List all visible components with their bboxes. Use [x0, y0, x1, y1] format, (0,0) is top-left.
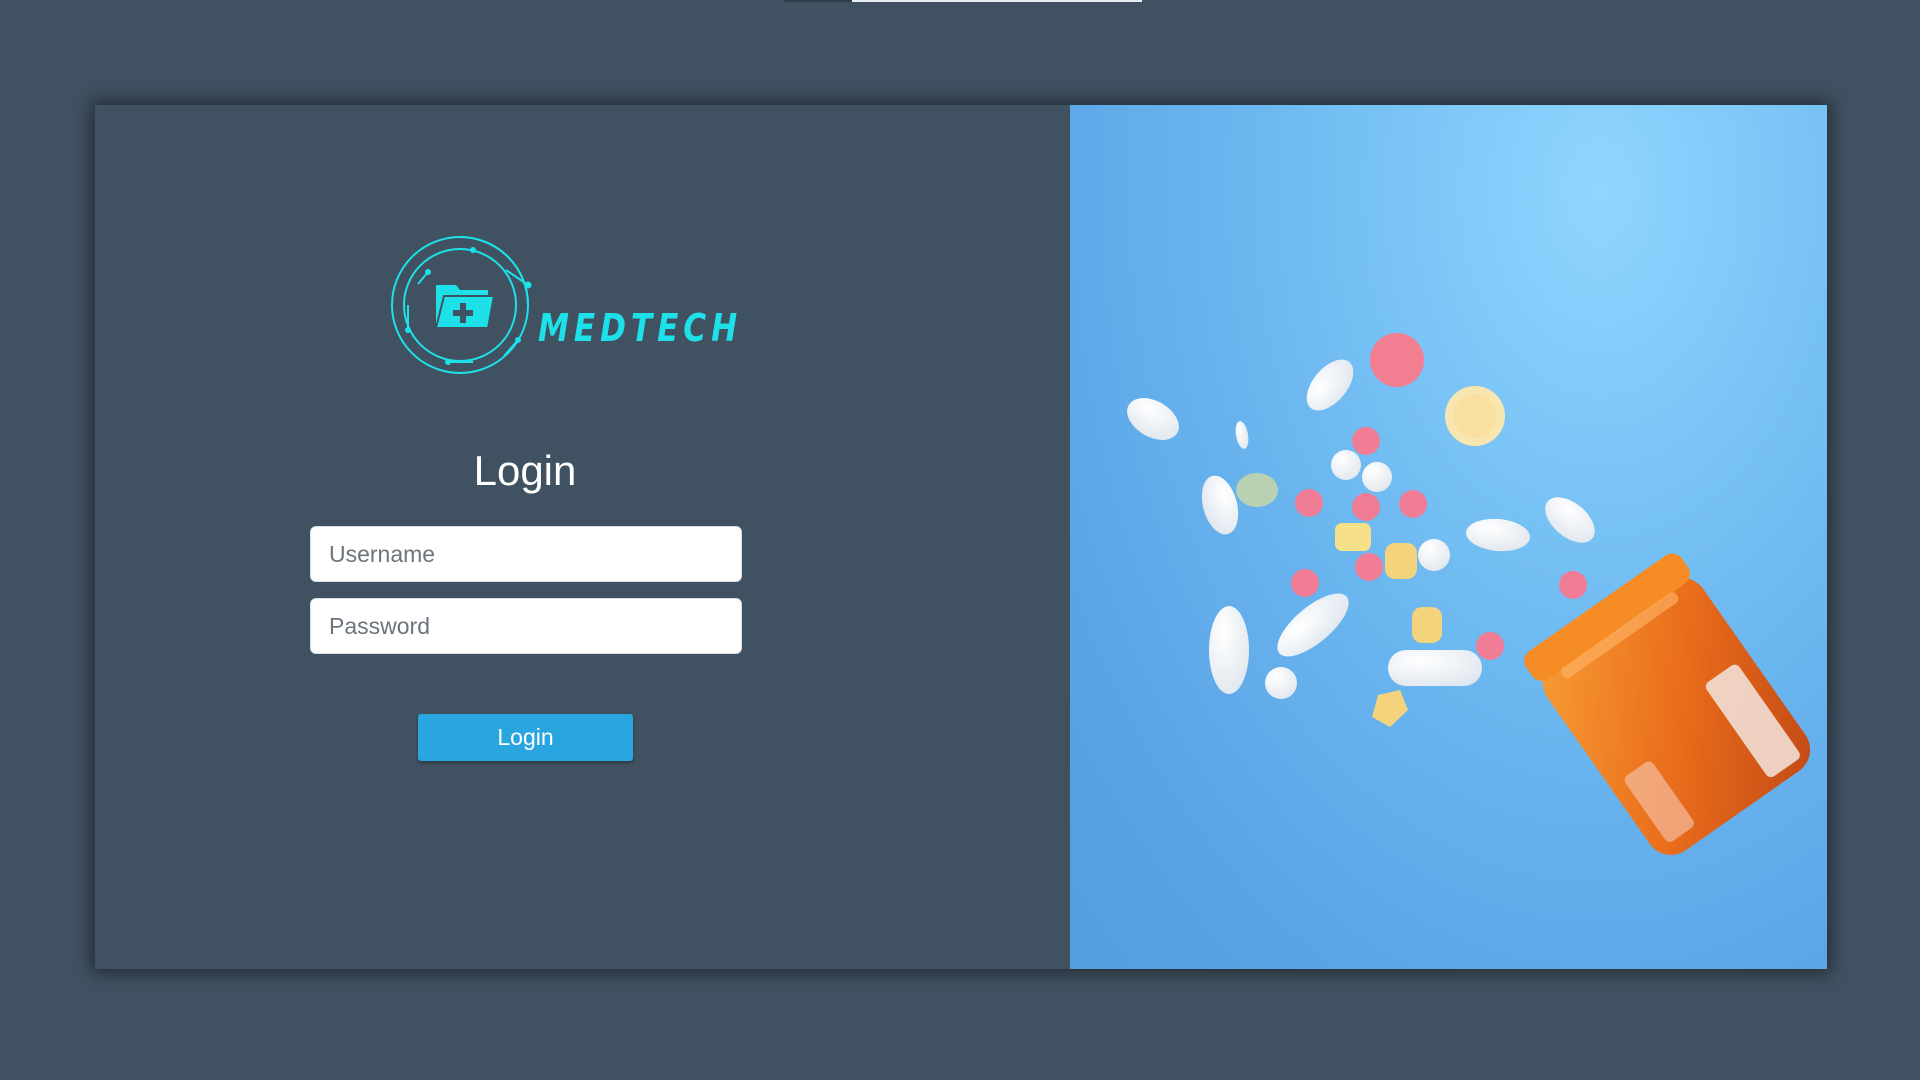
pills-spilling-from-orange-bottle-image	[1070, 105, 1827, 969]
login-title: Login	[473, 447, 577, 494]
hero-illustration	[1127, 333, 1811, 855]
top-strip-light	[852, 0, 1142, 2]
medical-folder-circuit-icon	[391, 236, 532, 374]
brand-logo: MEDTECH	[388, 230, 737, 380]
login-card: MEDTECH Login Login	[95, 105, 1827, 969]
login-panel: MEDTECH Login Login	[95, 105, 1070, 969]
top-strip-dark	[784, 0, 852, 2]
username-input[interactable]	[310, 526, 742, 582]
login-button[interactable]: Login	[418, 714, 633, 761]
password-input[interactable]	[310, 598, 742, 654]
brand-name: MEDTECH	[538, 306, 743, 350]
